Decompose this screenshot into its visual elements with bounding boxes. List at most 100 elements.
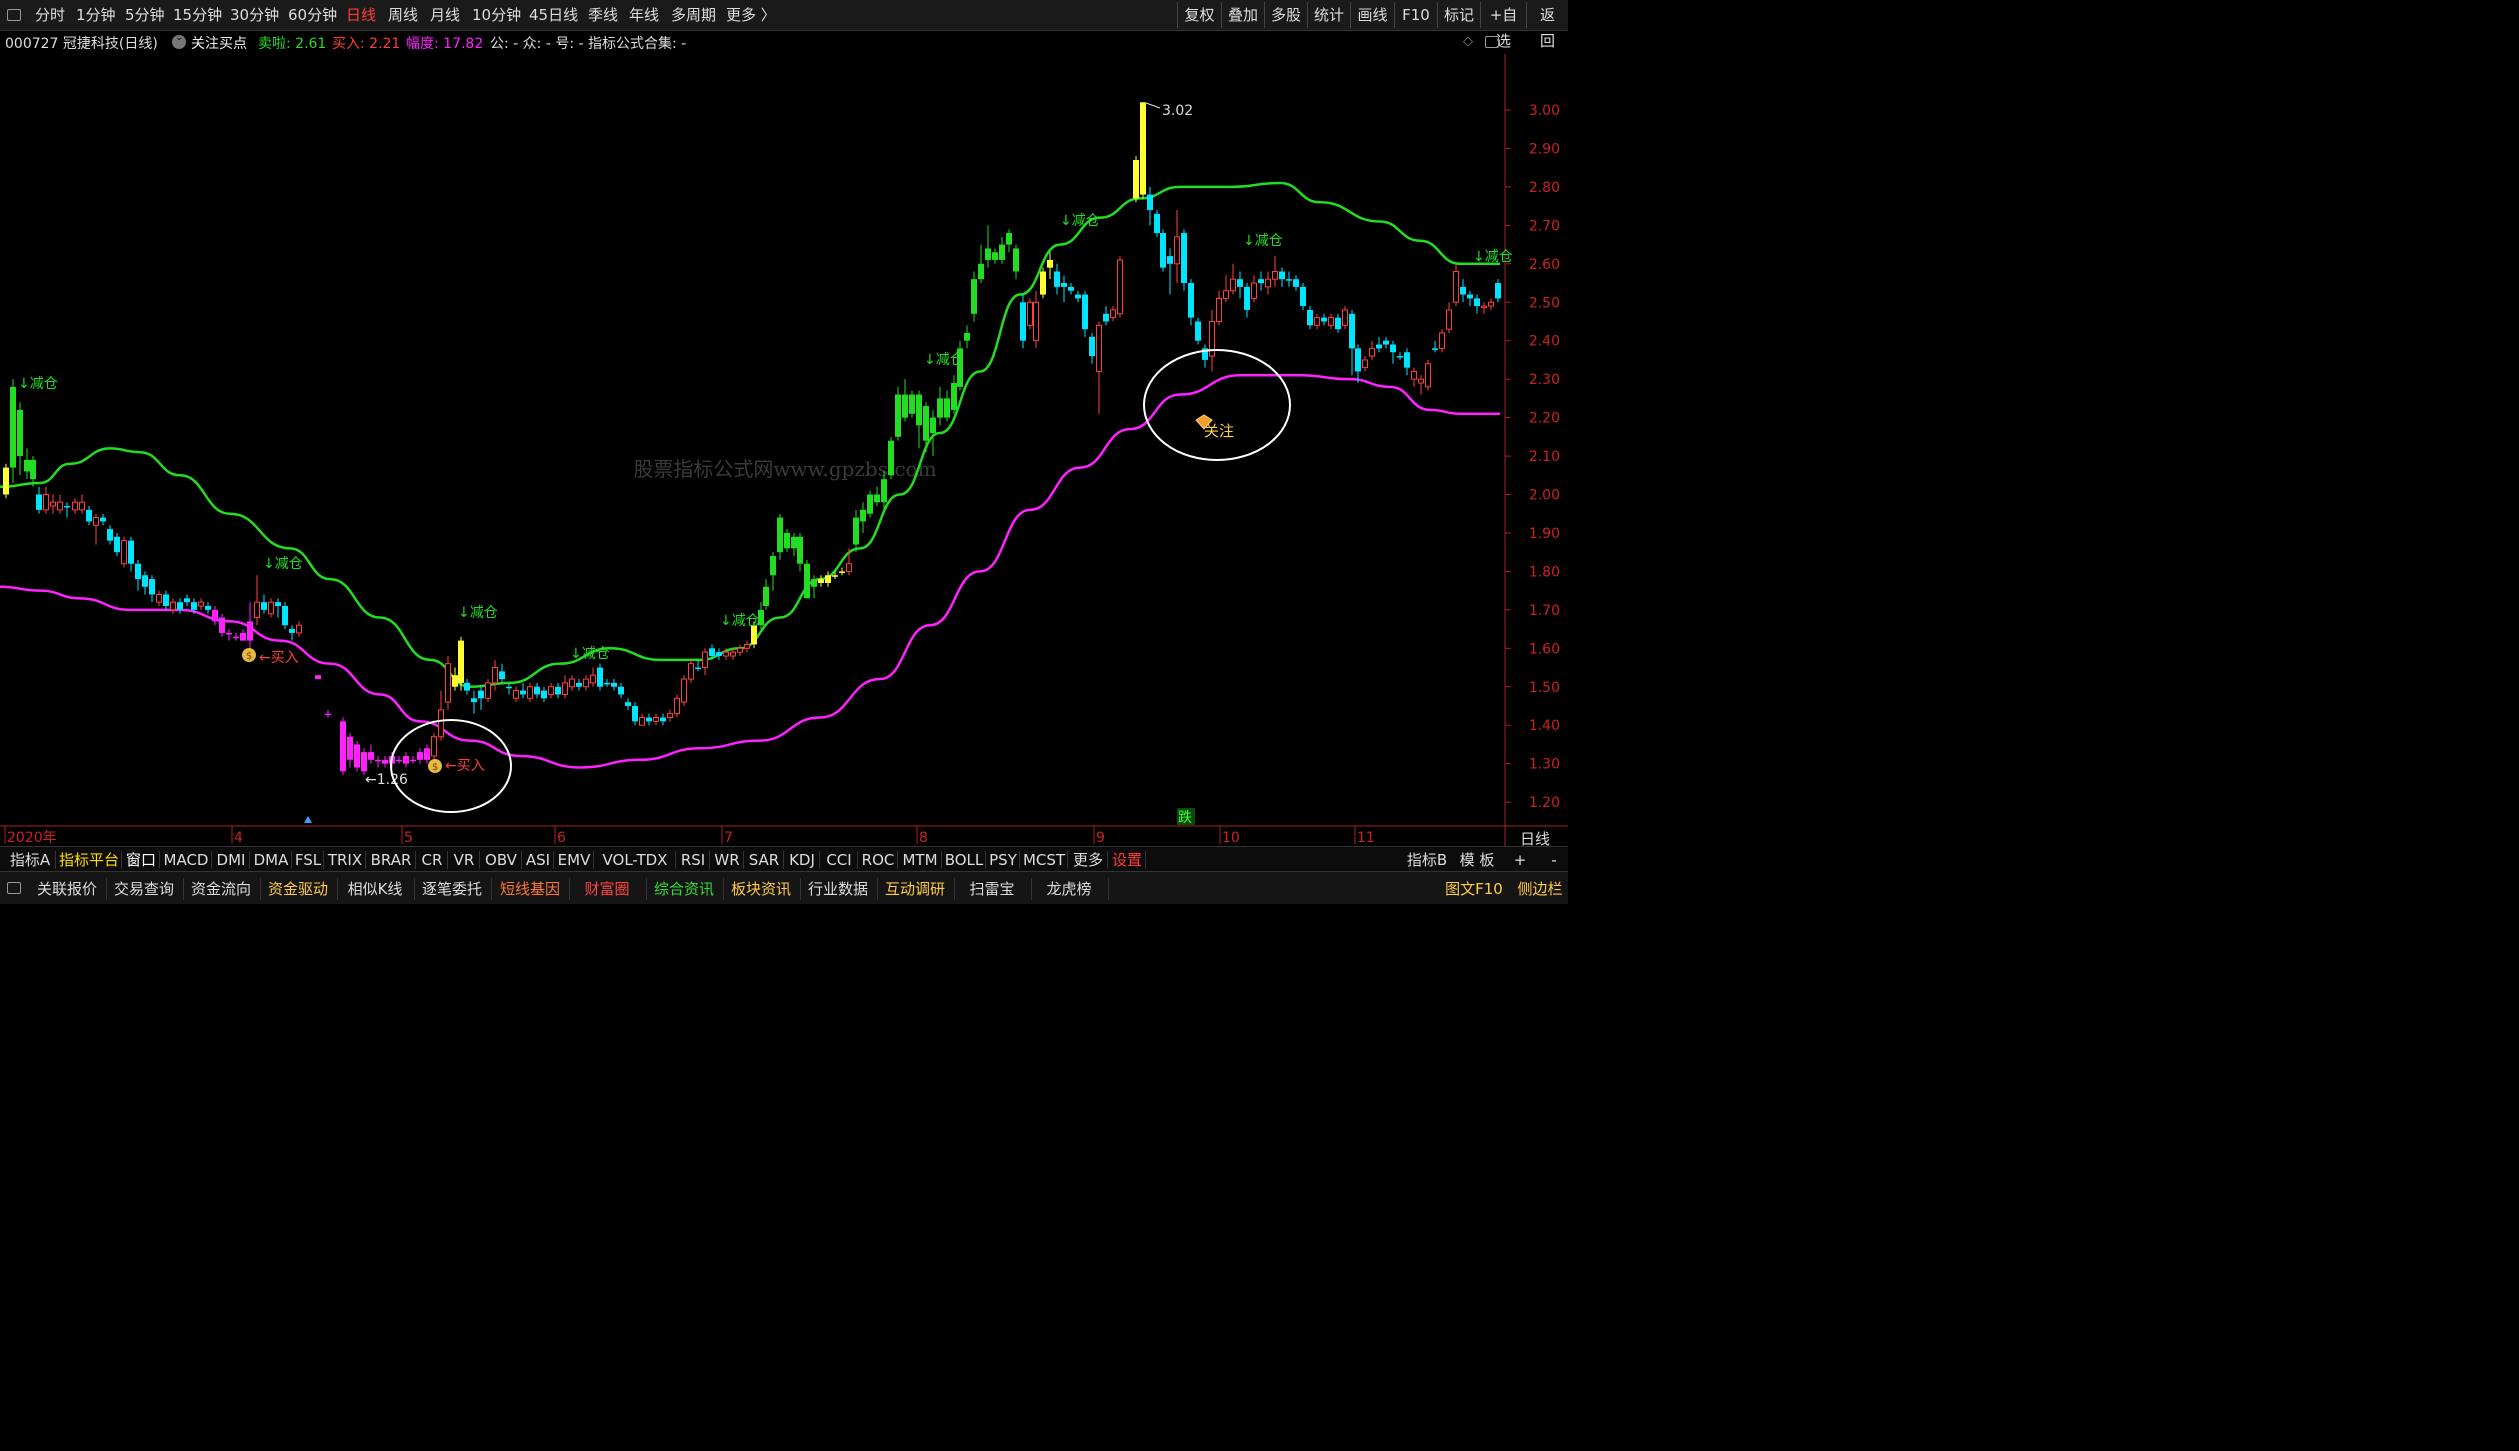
dropdown-circle-icon[interactable]: ⌄ xyxy=(172,32,186,49)
y-tick-label: 2.50 xyxy=(1529,295,1560,311)
indicator-tab-2[interactable]: 窗口 xyxy=(123,850,159,870)
f10-button[interactable]: F10 xyxy=(1394,2,1437,28)
panel-toggle-icon[interactable] xyxy=(1485,36,1499,48)
lower-band-line xyxy=(0,374,1500,769)
indicator-tab-26[interactable]: 设置 xyxy=(1109,850,1145,870)
kline-chart[interactable]: 股票指标公式网www.gpzbs.com ↓减仓↓减仓↓减仓↓减仓↓减仓↓减仓↓… xyxy=(0,54,1568,846)
period-10min[interactable]: 10分钟 xyxy=(472,5,521,25)
period-monthly[interactable]: 月线 xyxy=(430,5,460,25)
function-tab-7[interactable]: 财富圈 xyxy=(570,878,644,900)
period-more[interactable]: 更多 〉 xyxy=(726,5,776,25)
candlestick xyxy=(170,598,176,614)
indicator-tab-14[interactable]: VOL-TDX xyxy=(595,850,675,870)
indicator-tab-12[interactable]: ASI xyxy=(523,850,553,870)
period-fenshi[interactable]: 分时 xyxy=(35,5,65,25)
overlay-button[interactable]: 叠加 xyxy=(1221,2,1264,28)
candlestick xyxy=(625,698,631,710)
indicator-tab-21[interactable]: MTM xyxy=(899,850,941,870)
chart-frame xyxy=(0,54,1568,846)
function-right-tab-1[interactable]: 侧边栏 xyxy=(1510,878,1570,900)
period-yearly[interactable]: 年线 xyxy=(629,5,659,25)
function-tab-11[interactable]: 互动调研 xyxy=(878,878,952,900)
candlestick xyxy=(50,494,56,514)
function-tab-4[interactable]: 相似K线 xyxy=(338,878,412,900)
mark-button[interactable]: 标记 xyxy=(1437,2,1480,28)
period-weekly[interactable]: 周线 xyxy=(388,5,418,25)
period-multi[interactable]: 多周期 xyxy=(671,5,716,25)
indicator-tab-9[interactable]: CR xyxy=(417,850,447,870)
statistics-button[interactable]: 统计 xyxy=(1307,2,1350,28)
indicator-tab-0[interactable]: 指标A xyxy=(5,850,55,870)
indicator-tab-18[interactable]: KDJ xyxy=(785,850,819,870)
indicator-tab-13[interactable]: EMV xyxy=(555,850,593,870)
period-30min[interactable]: 30分钟 xyxy=(230,5,279,25)
indicator-tab-8[interactable]: BRAR xyxy=(367,850,415,870)
function-tab-2[interactable]: 资金流向 xyxy=(184,878,258,900)
function-tab-5[interactable]: 逐笔委托 xyxy=(415,878,489,900)
tab-separator xyxy=(819,851,820,869)
candlestick xyxy=(1054,263,1060,295)
x-tick-label: 5 xyxy=(404,830,413,846)
indicator-tab-19[interactable]: CCI xyxy=(821,850,857,870)
indicator-right-tab-2[interactable]: + xyxy=(1506,850,1534,870)
indicator-tab-22[interactable]: BOLL xyxy=(943,850,985,870)
menu-toggle-icon[interactable] xyxy=(7,9,21,21)
indicator-tab-25[interactable]: 更多 xyxy=(1069,850,1107,870)
function-tab-0[interactable]: 关联报价 xyxy=(30,878,104,900)
indicator-tab-24[interactable]: MCST xyxy=(1021,850,1067,870)
indicator-tab-5[interactable]: DMA xyxy=(251,850,291,870)
function-tab-1[interactable]: 交易查询 xyxy=(107,878,181,900)
candlestick xyxy=(296,621,302,637)
multi-stock-button[interactable]: 多股 xyxy=(1264,2,1307,28)
period-15min[interactable]: 15分钟 xyxy=(173,5,222,25)
candlestick xyxy=(121,536,127,568)
indicator-tab-23[interactable]: PSY xyxy=(987,850,1019,870)
indicator-name[interactable]: 关注买点 xyxy=(191,33,247,53)
period-quarterly[interactable]: 季线 xyxy=(588,5,618,25)
indicator-right-tab-1[interactable]: 模 板 xyxy=(1455,850,1499,870)
indicator-info-bar: 000727 冠捷科技(日线) ⌄ 关注买点 卖啦: 2.61 买入: 2.21… xyxy=(0,30,1568,54)
indicator-tab-1[interactable]: 指标平台 xyxy=(57,850,121,870)
diamond-icon[interactable]: ◇ xyxy=(1463,34,1473,49)
indicator-tab-4[interactable]: DMI xyxy=(213,850,249,870)
function-right-tab-0[interactable]: 图文F10 xyxy=(1444,878,1504,900)
back-button[interactable]: 返回 xyxy=(1526,2,1568,50)
panel-menu-icon[interactable] xyxy=(7,882,21,894)
indicator-tab-16[interactable]: WR xyxy=(711,850,743,870)
indicator-tab-17[interactable]: SAR xyxy=(745,850,783,870)
function-tab-13[interactable]: 龙虎榜 xyxy=(1032,878,1106,900)
period-45day[interactable]: 45日线 xyxy=(529,5,578,25)
indicator-tab-7[interactable]: TRIX xyxy=(325,850,365,870)
candlestick xyxy=(247,602,253,649)
candlestick xyxy=(1355,344,1361,383)
candlestick xyxy=(72,498,78,514)
reduce-position-signal: ↓减仓 xyxy=(924,352,964,368)
candlestick xyxy=(1369,340,1375,360)
function-tab-12[interactable]: 扫雷宝 xyxy=(955,878,1029,900)
function-tab-3[interactable]: 资金驱动 xyxy=(261,878,335,900)
function-tab-8[interactable]: 综合资讯 xyxy=(647,878,721,900)
indicator-tab-6[interactable]: FSL xyxy=(293,850,323,870)
draw-line-button[interactable]: 画线 xyxy=(1350,2,1394,28)
function-tab-6[interactable]: 短线基因 xyxy=(493,878,567,900)
indicator-tab-20[interactable]: ROC xyxy=(859,850,897,870)
tab-separator xyxy=(743,851,744,869)
indicator-right-tab-0[interactable]: 指标B xyxy=(1402,850,1452,870)
candlestick xyxy=(639,713,645,726)
restore-rights-button[interactable]: 复权 xyxy=(1177,2,1221,28)
period-60min[interactable]: 60分钟 xyxy=(288,5,337,25)
indicator-right-tab-3[interactable]: - xyxy=(1542,850,1566,870)
indicator-tab-3[interactable]: MACD xyxy=(161,850,211,870)
reduce-position-signal: ↓减仓 xyxy=(18,376,58,392)
period-daily[interactable]: 日线 xyxy=(346,5,376,25)
period-1min[interactable]: 1分钟 xyxy=(76,5,116,25)
add-favorite-button[interactable]: +自选 xyxy=(1480,2,1526,50)
function-tab-9[interactable]: 板块资讯 xyxy=(724,878,798,900)
function-tab-10[interactable]: 行业数据 xyxy=(801,878,875,900)
period-5min[interactable]: 5分钟 xyxy=(125,5,165,25)
tab-separator xyxy=(1108,878,1109,900)
indicator-tab-15[interactable]: RSI xyxy=(677,850,709,870)
indicator-tab-10[interactable]: VR xyxy=(449,850,479,870)
indicator-tab-11[interactable]: OBV xyxy=(481,850,521,870)
candlestick xyxy=(36,486,42,514)
